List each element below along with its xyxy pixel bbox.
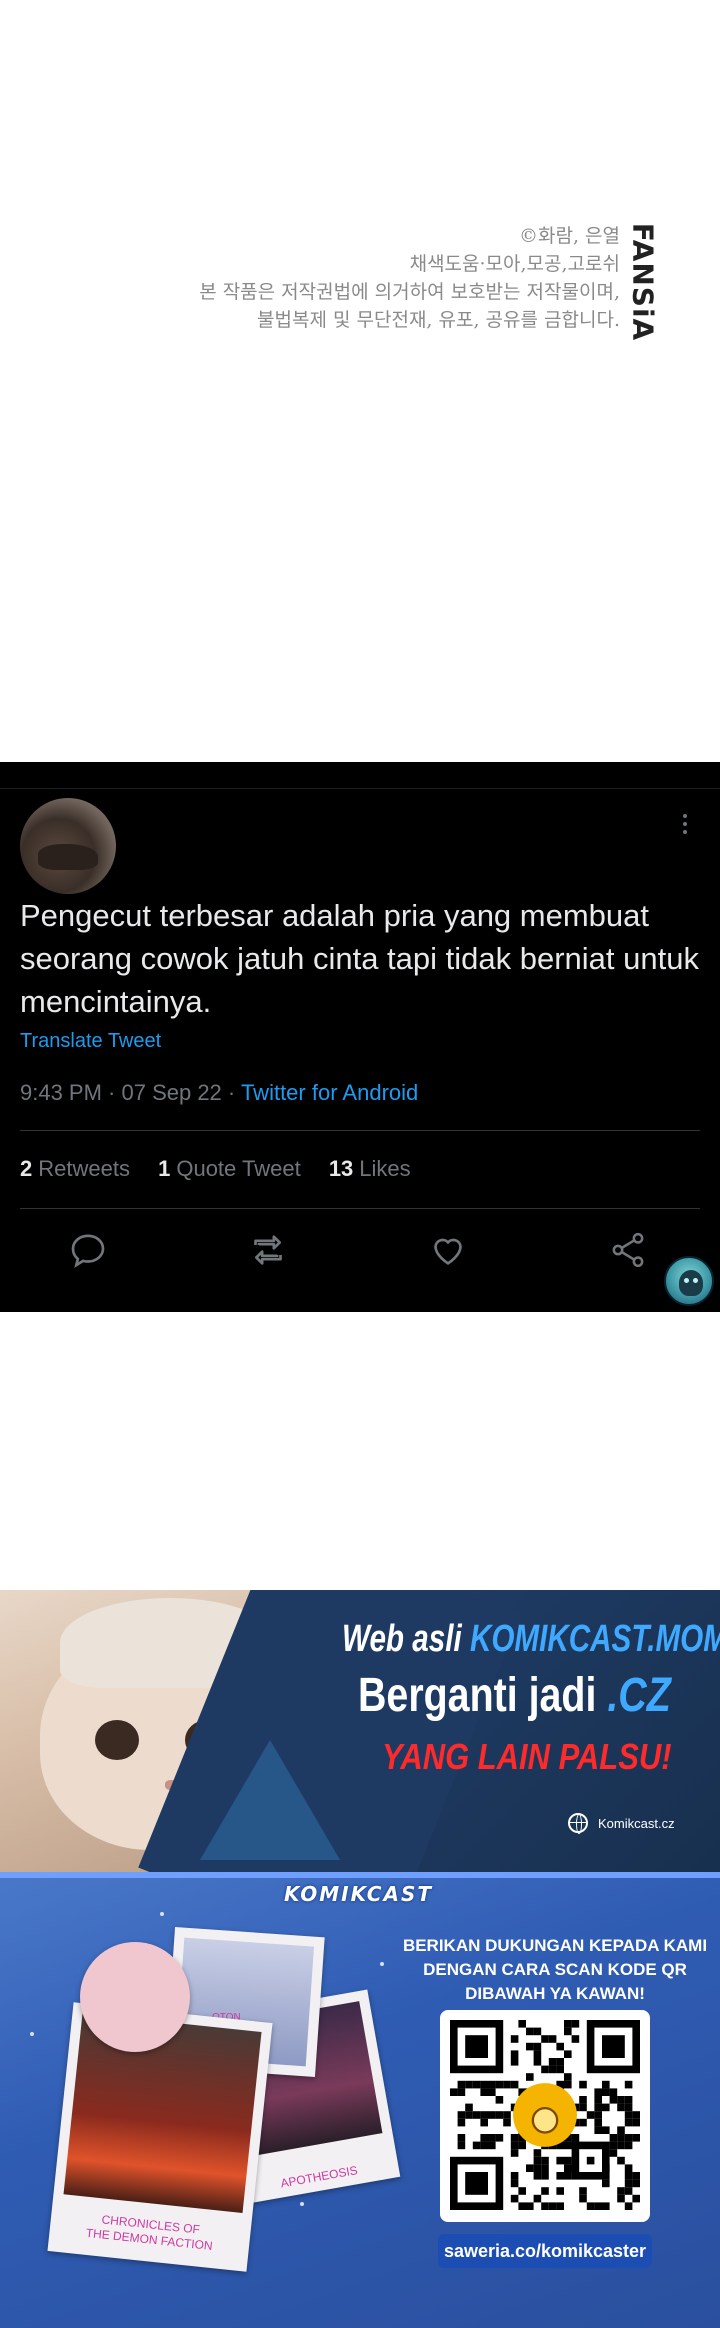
saweria-link[interactable]: saweria.co/komikcaster [438,2234,652,2268]
tweet-actions [0,1230,720,1290]
fansia-logo-text: FANSiA [626,222,660,342]
komikcast-logo: KOMIKCAST [284,1882,433,1906]
floating-avatar-bubble[interactable] [664,1256,714,1306]
credit-line-1: ©화람, 은열 [519,225,620,247]
divider [20,1130,700,1131]
tweet-timestamp: 9:43 PM · 07 Sep 22 · [20,1080,241,1105]
likes-label: Likes [359,1156,411,1181]
divider [20,1208,700,1209]
tweet-text: Pengecut terbesar adalah pria yang membu… [20,898,699,1019]
quotes-count: 1 [158,1156,171,1181]
avatar[interactable] [20,798,116,894]
credit-line-3: 본 작품은 저작권법에 의거하여 보호받는 저작물이며, [199,281,620,303]
site-url[interactable]: Komikcast.cz [598,1816,675,1831]
copyright-credits: ©화람, 은열 채색도움·모아,모공,고로쉬 본 작품은 저작권법에 의거하여 … [120,222,620,334]
fansia-logo: FANSiA [626,222,660,342]
tweet-card: Pengecut terbesar adalah pria yang membu… [0,762,720,1312]
banner-line-1: Web asli KOMIKCAST.MOM [342,1618,720,1661]
old-domain: KOMIKCAST.MOM [469,1618,720,1660]
banner-top-bar [0,1872,720,1878]
share-icon[interactable] [608,1230,652,1274]
likes-stat[interactable]: 13 Likes [329,1156,411,1181]
more-options-icon[interactable] [682,814,688,840]
support-line-1: BERIKAN DUKUNGAN KEPADA KAMI [402,1936,708,1955]
tweet-client-link[interactable]: Twitter for Android [241,1080,418,1105]
quote-tweets-stat[interactable]: 1 Quote Tweet [158,1156,301,1181]
divider [0,788,720,789]
like-icon[interactable] [428,1230,472,1274]
domain-change-banner: Web asli KOMIKCAST.MOM Berganti jadi .CZ… [0,1590,720,1872]
tweet-stats: 2 Retweets 1 Quote Tweet 13 Likes [20,1156,433,1182]
translate-tweet-link[interactable]: Translate Tweet [20,1030,161,1053]
credit-line-2: 채색도움·모아,모공,고로쉬 [409,253,620,275]
retweets-count: 2 [20,1156,33,1181]
banner-line-1-prefix: Web asli [342,1618,470,1660]
tweet-meta: 9:43 PM · 07 Sep 22 · Twitter for Androi… [20,1080,418,1106]
banner-line-2: Berganti jadi .CZ [358,1668,671,1723]
credit-line-4: 불법복제 및 무단전재, 유포, 공유를 금합니다. [257,309,620,331]
banner-warning: YANG LAIN PALSU! [382,1736,672,1777]
support-message: BERIKAN DUKUNGAN KEPADA KAMI DENGAN CARA… [392,1934,718,2006]
retweets-label: Retweets [38,1156,130,1181]
quotes-label: Quote Tweet [176,1156,301,1181]
qr-code[interactable] [440,2010,650,2222]
reply-icon[interactable] [68,1230,112,1274]
likes-count: 13 [328,1156,354,1181]
polaroid-caption-chronicles: CHRONICLES OF THE DEMON FACTION [49,2207,251,2258]
retweets-stat[interactable]: 2 Retweets [20,1156,130,1181]
character-chibi [80,1942,190,2052]
banner-line-2-prefix: Berganti jadi [358,1669,608,1722]
new-domain: .CZ [607,1669,671,1722]
retweet-icon[interactable] [248,1230,292,1274]
globe-icon [568,1813,588,1834]
support-line-3: DIBAWAH YA KAWAN! [465,1984,645,2003]
qr-code-image [450,2020,640,2210]
support-banner: KOMIKCAST APOTHEOSIS OTON CHRONICLES OF … [0,1872,720,2328]
support-line-2: DENGAN CARA SCAN KODE QR [423,1960,687,1979]
decorative-triangle [200,1740,340,1860]
polaroid-caption-apotheosis: APOTHEOSIS [279,2163,359,2191]
